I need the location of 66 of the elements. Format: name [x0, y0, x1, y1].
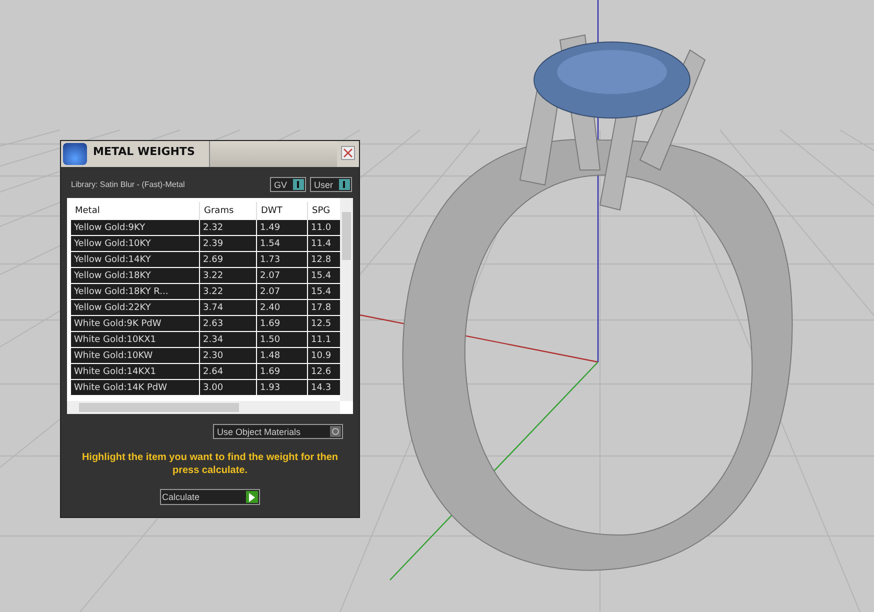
column-header[interactable]: SPG	[308, 202, 339, 220]
table-cell-text: 12.5	[310, 318, 332, 330]
table-cell: Yellow Gold:14KY	[71, 252, 200, 267]
table-cell: 2.32	[200, 220, 257, 235]
table-row[interactable]: White Gold:14K PdW 3.00 1.93 14.3	[71, 380, 340, 396]
table-row[interactable]: White Gold:14KX1 2.64 1.69 12.6	[71, 364, 340, 380]
play-icon	[246, 491, 258, 503]
table-cell: 1.54	[257, 236, 308, 251]
calculate-button[interactable]: Calculate	[160, 489, 260, 505]
toggle-button[interactable]: GV	[270, 177, 306, 192]
table-cell: 1.49	[257, 220, 308, 235]
table-cell-text: 17.8	[310, 302, 332, 314]
table-cell: 1.73	[257, 252, 308, 267]
instruction-text: Highlight the item you want to find the weight for then press calculate.	[80, 451, 340, 477]
table-row[interactable]: White Gold:10KX1 2.34 1.50 11.1	[71, 332, 340, 348]
table-row[interactable]: Yellow Gold:18KY R... 3.22 2.07 15.4	[71, 284, 340, 300]
table-cell: 1.93	[257, 380, 308, 395]
table-cell: White Gold:10KX1	[71, 332, 200, 347]
table-cell-text: 14.3	[310, 382, 332, 394]
table-cell: 2.07	[257, 284, 308, 299]
table-cell: Yellow Gold:10KY	[71, 236, 200, 251]
table-cell: 2.69	[200, 252, 257, 267]
table-cell: White Gold:10KW	[71, 348, 200, 363]
table-cell-text: 10.9	[310, 350, 332, 362]
table-row[interactable]: White Gold:9K PdW 2.63 1.69 12.5	[71, 316, 340, 332]
table-cell: White Gold:14K PdW	[71, 380, 200, 395]
table-row[interactable]: Yellow Gold:10KY 2.39 1.54 11.4	[71, 236, 340, 252]
table-cell-text: 11.0	[310, 222, 332, 234]
table-cell: 2.40	[257, 300, 308, 315]
table-cell-text: 11.4	[310, 238, 332, 250]
table-cell: 1.50	[257, 332, 308, 347]
table-cell-text: 15.4	[310, 286, 332, 298]
table-cell: 2.07	[257, 268, 308, 283]
table-cell: 3.00	[200, 380, 257, 395]
table-cell: Yellow Gold:22KY	[71, 300, 200, 315]
table-cell: 2.30	[200, 348, 257, 363]
use-object-materials-toggle[interactable]: Use Object Materials	[213, 424, 343, 439]
table-row[interactable]: White Gold:10KW 2.30 1.48 10.9	[71, 348, 340, 364]
horizontal-scrollbar[interactable]	[67, 401, 340, 414]
table-cell: Yellow Gold:9KY	[71, 220, 200, 235]
table-row[interactable]: Yellow Gold:14KY 2.69 1.73 12.8	[71, 252, 340, 268]
table-cell: Yellow Gold:18KY R...	[71, 284, 200, 299]
toggle-button[interactable]: User	[310, 177, 352, 192]
table-cell-text: 11.1	[310, 334, 332, 346]
table-cell-text: 15.4	[310, 270, 332, 282]
table-cell: White Gold:9K PdW	[71, 316, 200, 331]
table-cell: 1.69	[257, 364, 308, 379]
table-cell: 2.34	[200, 332, 257, 347]
table-cell: White Gold:14KX1	[71, 364, 200, 379]
close-button[interactable]	[341, 146, 355, 160]
table-cell: 1.69	[257, 316, 308, 331]
table-cell-text: 12.6	[310, 366, 332, 378]
table-row[interactable]: Yellow Gold:18KY 3.22 2.07 15.4	[71, 268, 340, 284]
table-row[interactable]: Yellow Gold:9KY 2.32 1.49 11.0	[71, 220, 340, 236]
table-cell: 2.63	[200, 316, 257, 331]
table-cell: 1.48	[257, 348, 308, 363]
table-cell: Yellow Gold:18KY	[71, 268, 200, 283]
table-cell-text: 12.8	[310, 254, 332, 266]
table-cell: 3.22	[200, 284, 257, 299]
table-cell: 2.64	[200, 364, 257, 379]
vertical-scrollbar[interactable]	[340, 198, 353, 401]
table-row[interactable]: Yellow Gold:22KY 3.74 2.40 17.8	[71, 300, 340, 316]
table-cell: 3.74	[200, 300, 257, 315]
library-label: Library: Satin Blur - (Fast)-Metal	[71, 180, 186, 189]
table-cell: 2.39	[200, 236, 257, 251]
table-cell: 3.22	[200, 268, 257, 283]
